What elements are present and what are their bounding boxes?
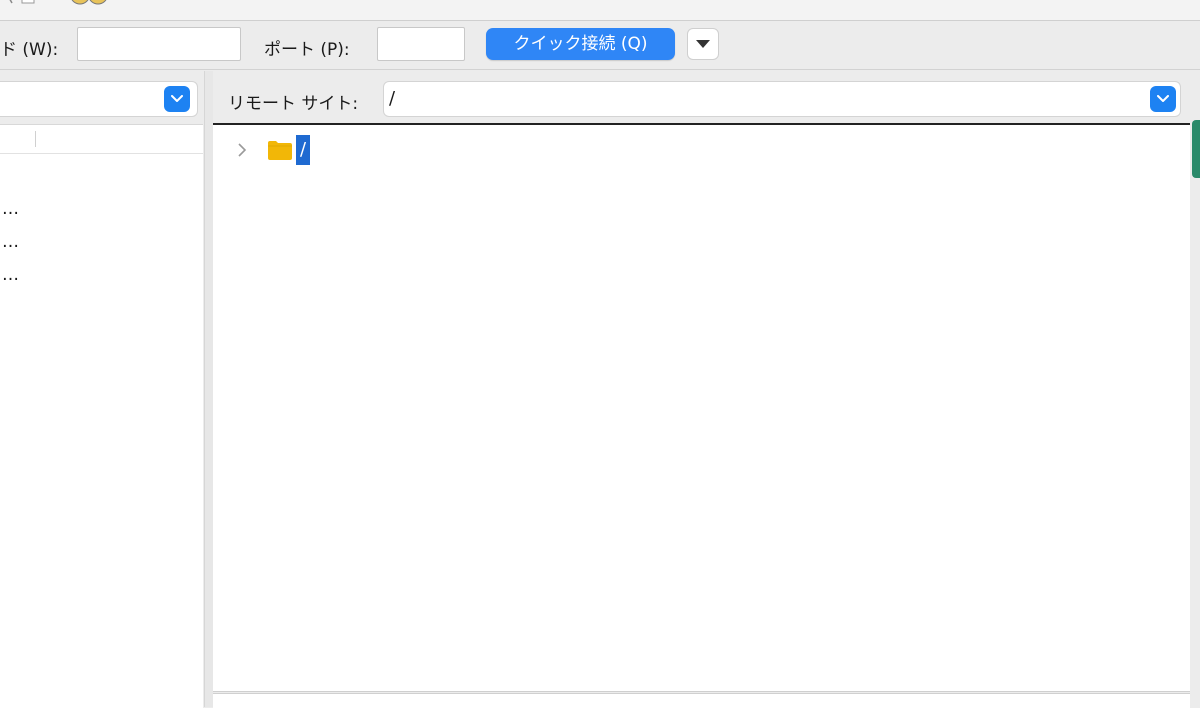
remote-path-value: / — [389, 88, 396, 109]
tree-item[interactable]: / — [213, 135, 1190, 167]
list-item[interactable]: … — [2, 232, 20, 252]
quickconnect-bar: ド (W): ポート (P): クイック接続 (Q) — [0, 21, 1200, 70]
toolbar-icon[interactable] — [6, 0, 36, 10]
toolbar-strip — [0, 0, 1200, 21]
panel-splitter[interactable] — [204, 71, 213, 707]
password-field[interactable] — [77, 27, 241, 61]
quickconnect-button[interactable]: クイック接続 (Q) — [486, 28, 675, 60]
quickconnect-history-button[interactable] — [687, 28, 719, 60]
chevron-down-icon — [1157, 95, 1169, 102]
password-label: ド (W): — [0, 40, 59, 60]
list-item[interactable]: … — [2, 199, 20, 219]
binoculars-icon[interactable] — [68, 0, 112, 8]
local-site-combo[interactable] — [0, 81, 198, 117]
list-item[interactable]: … — [2, 265, 20, 285]
chevron-down-icon — [171, 95, 183, 102]
remote-site-label: リモート サイト: — [228, 94, 359, 114]
remote-site-dropdown-button[interactable] — [1150, 86, 1176, 112]
local-file-list[interactable]: … … … — [0, 124, 203, 708]
folder-icon — [268, 141, 292, 160]
caret-down-icon — [696, 40, 710, 48]
background-window-edge — [1192, 120, 1200, 178]
local-list-header — [0, 125, 203, 154]
remote-site-combo[interactable]: / — [383, 81, 1181, 117]
tree-item-label[interactable]: / — [296, 135, 311, 165]
remote-panel: リモート サイト: / / — [213, 71, 1190, 708]
local-site-dropdown-button[interactable] — [164, 86, 190, 112]
chevron-right-icon[interactable] — [237, 143, 247, 157]
remote-file-list-header — [213, 693, 1190, 708]
local-panel: … … … — [0, 71, 204, 708]
column-divider[interactable] — [35, 131, 36, 147]
port-field[interactable] — [377, 27, 465, 61]
remote-directory-tree[interactable]: / — [213, 123, 1190, 692]
port-label: ポート (P): — [264, 40, 350, 60]
